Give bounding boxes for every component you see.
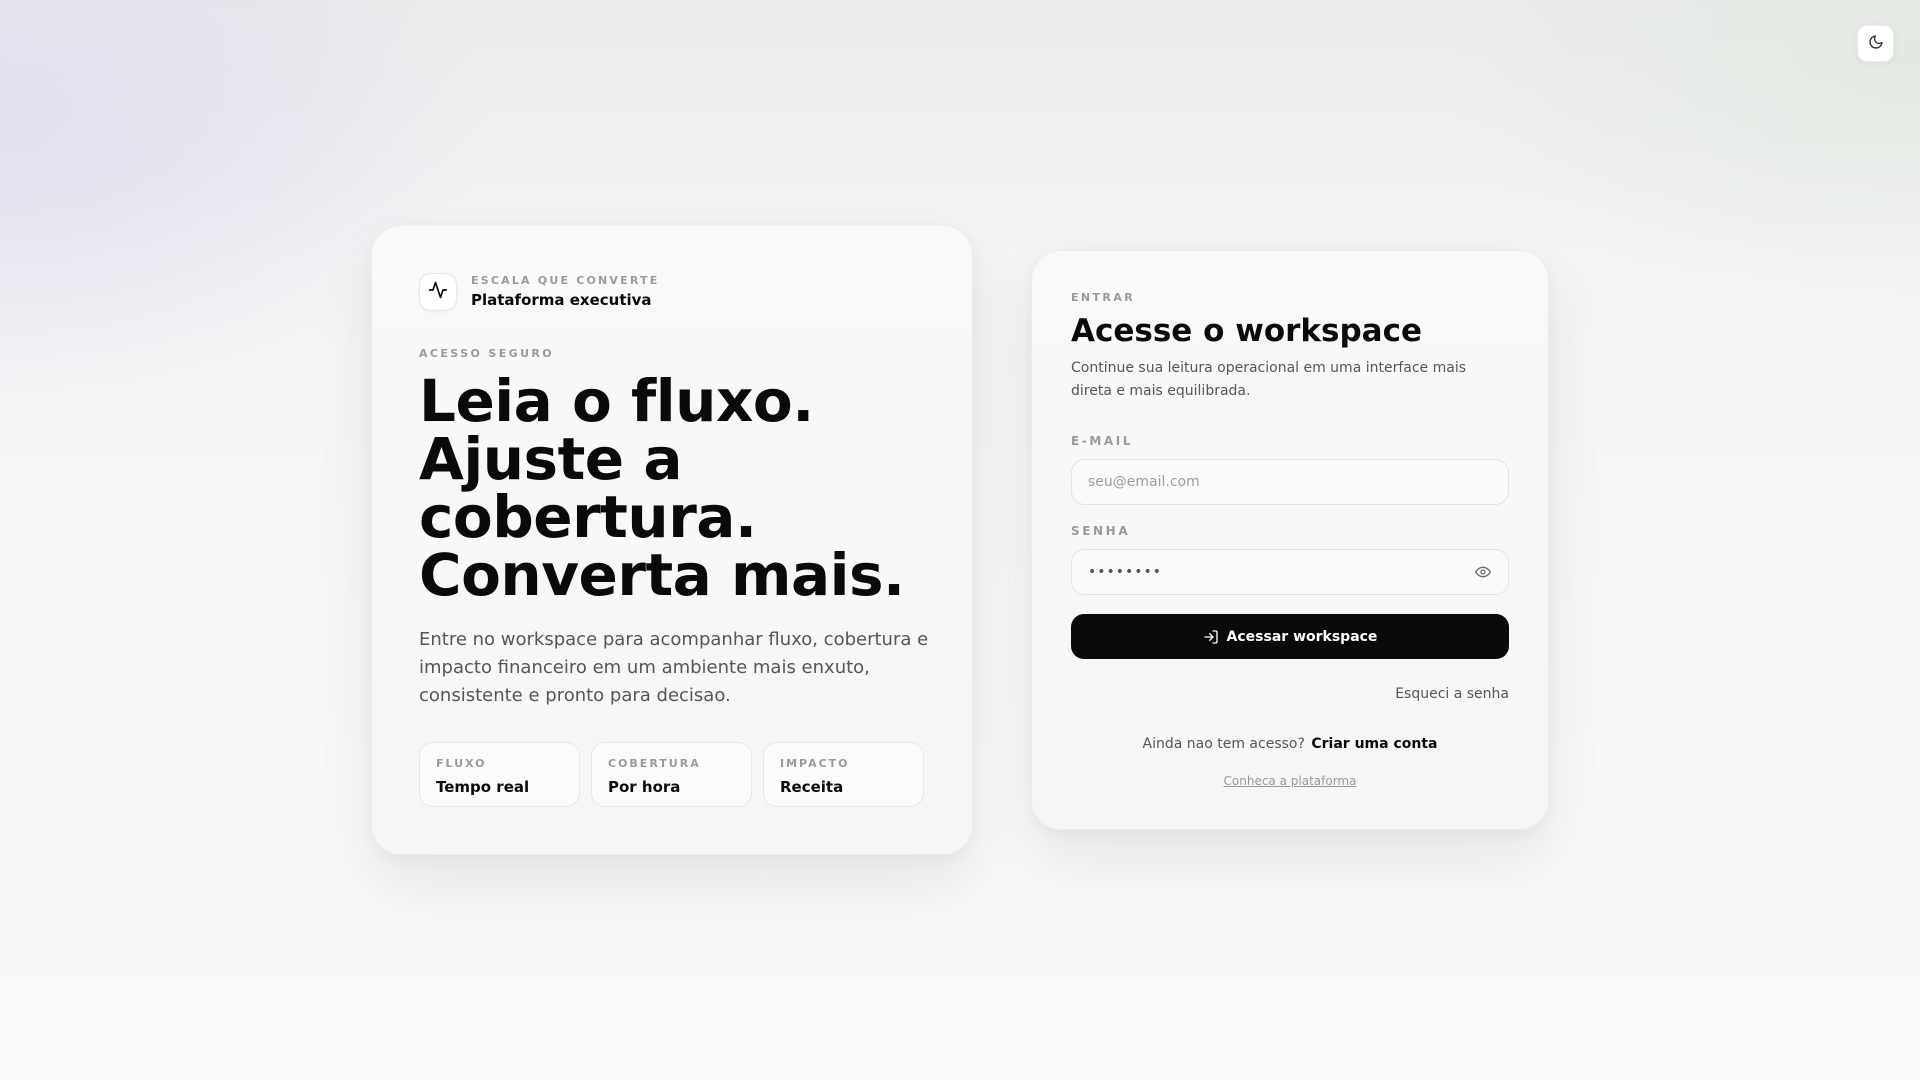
signup-row: Ainda nao tem acesso? Criar uma conta xyxy=(1032,736,1548,752)
stat-label: FLUXO xyxy=(436,757,487,770)
login-card: ENTRAR Acesse o workspace Continue sua l… xyxy=(1031,250,1549,830)
brand-kicker: ESCALA QUE CONVERTE xyxy=(471,274,660,287)
forgot-password-link[interactable]: Esqueci a senha xyxy=(1395,686,1509,702)
stat-card-cobertura: COBERTURA Por hora xyxy=(591,742,752,807)
moon-icon xyxy=(1868,34,1884,54)
email-label: E-MAIL xyxy=(1071,434,1134,448)
hero-title-line: Ajuste a xyxy=(419,425,682,493)
theme-toggle-button[interactable] xyxy=(1857,25,1894,62)
stat-card-impacto: IMPACTO Receita xyxy=(763,742,924,807)
create-account-link[interactable]: Criar uma conta xyxy=(1311,736,1437,752)
platform-link[interactable]: Conheca a plataforma xyxy=(1032,774,1548,788)
password-label: SENHA xyxy=(1071,524,1131,538)
password-masked-value: •••••••• xyxy=(1088,564,1163,580)
stat-value: Por hora xyxy=(608,778,681,796)
login-title: Acesse o workspace xyxy=(1071,313,1423,349)
stat-value: Receita xyxy=(780,778,844,796)
hero-description: Entre no workspace para acompanhar fluxo… xyxy=(419,629,929,706)
login-description: Continue sua leitura operacional em uma … xyxy=(1071,360,1467,399)
brand-name: Plataforma executiva xyxy=(471,291,652,309)
password-field[interactable]: •••••••• xyxy=(1071,549,1509,595)
brand-logo xyxy=(419,273,457,311)
log-in-icon xyxy=(1203,629,1219,645)
submit-button[interactable]: Acessar workspace xyxy=(1071,614,1509,659)
brand: ESCALA QUE CONVERTE Plataforma executiva xyxy=(419,273,659,311)
hero-title-line: cobertura. xyxy=(419,483,757,551)
login-eyebrow: ENTRAR xyxy=(1071,291,1136,304)
email-field-wrapper xyxy=(1071,459,1509,505)
email-field[interactable] xyxy=(1088,474,1492,490)
eye-icon[interactable] xyxy=(1474,563,1492,581)
hero-card: ESCALA QUE CONVERTE Plataforma executiva… xyxy=(371,225,973,855)
hero-title-line: Converta mais. xyxy=(419,541,905,609)
hero-title-line: Leia o fluxo. xyxy=(419,367,814,435)
signup-prompt: Ainda nao tem acesso? xyxy=(1142,736,1305,752)
submit-label: Acessar workspace xyxy=(1226,628,1378,645)
stat-value: Tempo real xyxy=(436,778,530,796)
hero-eyebrow: ACESSO SEGURO xyxy=(419,347,555,360)
stats-row: FLUXO Tempo real COBERTURA Por hora IMPA… xyxy=(419,742,924,807)
hero-title: Leia o fluxo. Ajuste a cobertura. Conver… xyxy=(419,372,939,604)
activity-pulse-icon xyxy=(428,280,448,304)
stat-label: COBERTURA xyxy=(608,757,701,770)
stat-card-fluxo: FLUXO Tempo real xyxy=(419,742,580,807)
stat-label: IMPACTO xyxy=(780,757,850,770)
